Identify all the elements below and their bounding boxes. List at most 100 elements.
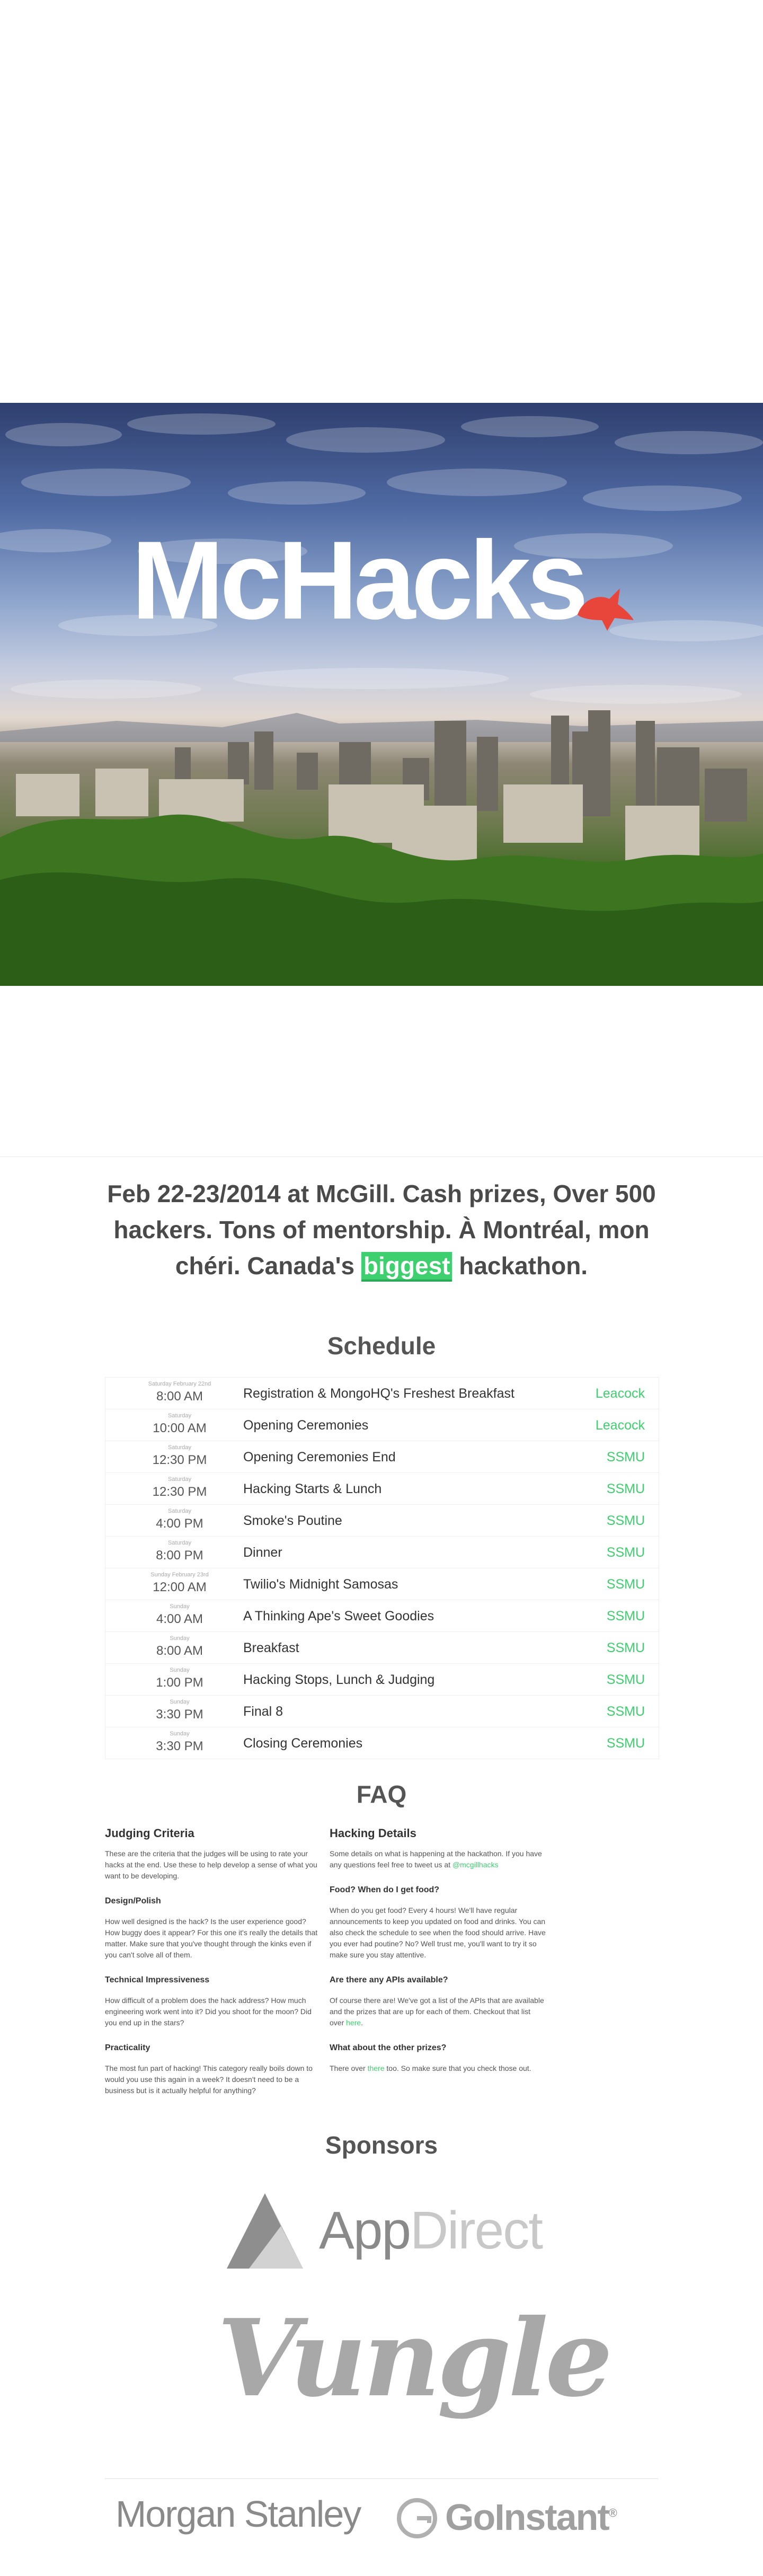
row-day: Saturday: [167, 1508, 192, 1514]
row-time: 4:00 AM: [156, 1612, 203, 1626]
faq-right-intro: Some details on what is happening at the…: [330, 1848, 547, 1871]
row-location[interactable]: SSMU: [607, 1704, 645, 1719]
faq-answer: The most fun part of hacking! This categ…: [105, 2064, 313, 2095]
row-day: Saturday: [167, 1444, 192, 1451]
row-location[interactable]: SSMU: [607, 1545, 645, 1560]
registered-mark: ®: [608, 2506, 617, 2520]
table-row: Sunday 3:30 PM Final 8 SSMU: [105, 1696, 659, 1727]
table-row: Saturday 12:30 PM Opening Ceremonies End SS…: [105, 1441, 659, 1473]
faq-right-heading: Hacking Details: [330, 1827, 416, 1840]
faq-question: Practicality: [105, 2043, 150, 2052]
row-time: 8:00 PM: [156, 1548, 203, 1563]
table-row: Sunday 4:00 AM A Thinking Ape's Sweet Good…: [105, 1600, 659, 1632]
faq-hacking-column: Hacking Details Some details on what is …: [330, 1828, 547, 2074]
row-location[interactable]: SSMU: [607, 1736, 645, 1751]
faq-left-intro: These are the criteria that the judges w…: [105, 1849, 317, 1880]
row-location[interactable]: SSMU: [607, 1609, 645, 1624]
event-tagline: Feb 22-23/2014 at McGill. Cash prizes, O…: [95, 1176, 668, 1284]
row-location[interactable]: SSMU: [607, 1513, 645, 1529]
row-location[interactable]: SSMU: [607, 1577, 645, 1592]
sponsors-title: Sponsors: [325, 2131, 438, 2159]
row-event: Registration & MongoHQ's Freshest Breakf…: [243, 1386, 514, 1401]
row-day: Saturday: [167, 1476, 192, 1483]
city-skyline-illustration: [0, 413, 763, 986]
faq-judging-column: Judging Criteria These are the criteria …: [105, 1828, 322, 2096]
row-location[interactable]: Leacock: [596, 1386, 645, 1401]
faq-answer: There over there too. So make sure that …: [330, 2063, 547, 2074]
row-event: Smoke's Poutine: [243, 1513, 342, 1528]
morgan-stanley-logo: Morgan Stanley: [116, 2493, 361, 2535]
row-location[interactable]: Leacock: [596, 1418, 645, 1433]
sponsor-divider: [105, 2478, 658, 2479]
twitter-link[interactable]: @mcgillhacks: [453, 1860, 499, 1869]
sponsor-morgan-stanley[interactable]: Morgan Stanley: [116, 2495, 380, 2543]
table-row: Saturday 8:00 PM Dinner SSMU: [105, 1537, 659, 1568]
faq-question: What about the other prizes?: [330, 2043, 447, 2052]
faq-question: Are there any APIs available?: [330, 1975, 448, 1984]
row-location[interactable]: SSMU: [607, 1481, 645, 1497]
row-event: Breakfast: [243, 1640, 299, 1655]
row-event: Hacking Stops, Lunch & Judging: [243, 1672, 435, 1687]
table-row: Saturday 12:30 PM Hacking Starts & Lunch SS…: [105, 1473, 659, 1505]
table-row: Sunday 8:00 AM Breakfast SSMU: [105, 1632, 659, 1664]
row-time: 1:00 PM: [156, 1675, 203, 1690]
tagline-end: hackathon.: [452, 1252, 588, 1280]
faq-question: Food? When do I get food?: [330, 1885, 440, 1894]
row-event: Twilio's Midnight Samosas: [243, 1577, 398, 1592]
row-day: Sunday: [170, 1603, 190, 1610]
schedule-table: Saturday February 22nd 8:00 AM Registratio…: [105, 1377, 659, 1759]
appdirect-app: App: [319, 2201, 411, 2260]
faq-title: FAQ: [356, 1780, 407, 1808]
prize-text-end: too. So make sure that you check those o…: [384, 2064, 531, 2072]
appdirect-direct: Direct: [410, 2201, 543, 2260]
row-time: 8:00 AM: [156, 1644, 203, 1658]
row-time: 12:30 PM: [152, 1453, 207, 1467]
row-day: Sunday: [170, 1731, 190, 1737]
table-row: Sunday 1:00 PM Hacking Stops, Lunch & Judg…: [105, 1664, 659, 1696]
faq-question: Design/Polish: [105, 1896, 161, 1905]
row-day: Sunday: [170, 1635, 190, 1642]
vungle-logo: Vungle: [217, 2296, 613, 2421]
row-time: 12:00 AM: [153, 1580, 207, 1594]
appdirect-wordmark: AppDirect: [319, 2201, 543, 2260]
row-event: Hacking Starts & Lunch: [243, 1481, 382, 1496]
mchacks-logo: McHacks: [131, 518, 589, 642]
faq-answer: Of course there are! We've got a list of…: [330, 1995, 547, 2028]
row-event: Opening Ceremonies: [243, 1418, 369, 1433]
row-day: Sunday February 23rd: [150, 1572, 209, 1578]
row-event: Final 8: [243, 1704, 283, 1719]
faq-left-heading: Judging Criteria: [105, 1827, 194, 1840]
row-time: 12:30 PM: [152, 1485, 207, 1499]
row-day: Saturday: [167, 1413, 192, 1419]
row-day: Sunday: [170, 1699, 190, 1705]
faq-answer: How well designed is the hack? Is the us…: [105, 1917, 318, 1959]
prizes-link[interactable]: there: [368, 2064, 385, 2072]
row-event: A Thinking Ape's Sweet Goodies: [243, 1609, 434, 1624]
tagline-highlight: biggest: [361, 1252, 453, 1282]
appdirect-triangle-icon: [227, 2193, 303, 2269]
sponsor-goinstant[interactable]: GoInstant®: [396, 2498, 640, 2545]
hero-banner: McHacks: [0, 403, 763, 986]
intro-text: Some details on what is happening at the…: [330, 1849, 542, 1869]
api-text-end: .: [361, 2018, 363, 2027]
row-location[interactable]: SSMU: [607, 1672, 645, 1688]
goinstant-wordmark: GoInstant®: [445, 2499, 617, 2536]
row-event: Dinner: [243, 1545, 282, 1560]
row-time: 3:30 PM: [156, 1739, 203, 1753]
api-list-link[interactable]: here: [346, 2018, 361, 2027]
row-time: 10:00 AM: [153, 1421, 207, 1435]
faq-answer: When do you get food? Every 4 hours! We'…: [330, 1906, 546, 1959]
faq-answer: How difficult of a problem does the hack…: [105, 1996, 312, 2027]
row-location[interactable]: SSMU: [607, 1450, 645, 1465]
table-row: Saturday 4:00 PM Smoke's Poutine SSMU: [105, 1505, 659, 1537]
row-day: Saturday February 22nd: [148, 1381, 211, 1387]
row-time: 3:30 PM: [156, 1707, 203, 1722]
prize-text: There over: [330, 2064, 368, 2072]
row-location[interactable]: SSMU: [607, 1640, 645, 1656]
bird-logo-icon: [578, 588, 634, 631]
row-day: Saturday: [167, 1540, 192, 1546]
table-row: Saturday 10:00 AM Opening Ceremonies Leacoc…: [105, 1409, 659, 1441]
sponsor-vungle[interactable]: Vungle: [217, 2306, 613, 2465]
row-time: 4:00 PM: [156, 1516, 203, 1531]
sponsor-appdirect[interactable]: AppDirect: [223, 2189, 562, 2279]
